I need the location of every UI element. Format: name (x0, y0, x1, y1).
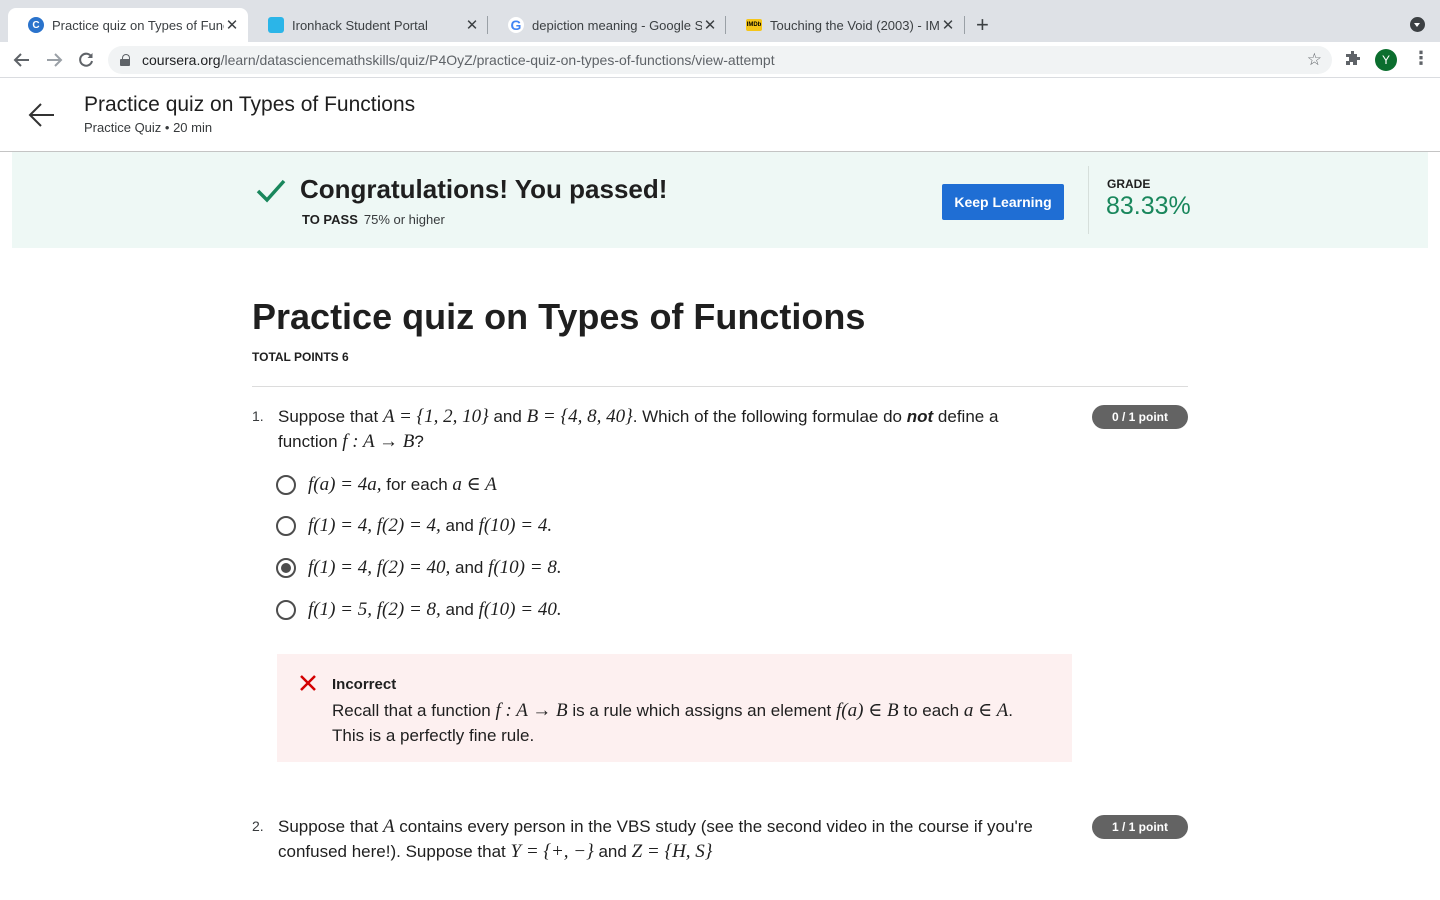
tab-title: Practice quiz on Types of Func (52, 17, 224, 33)
keep-learning-button[interactable]: Keep Learning (942, 184, 1064, 220)
to-pass-label: TO PASS (302, 212, 358, 227)
url-host: coursera.org (142, 52, 221, 68)
question-1-score-badge: 0 / 1 point (1092, 405, 1188, 429)
ironhack-icon (268, 17, 284, 33)
browser-tab-imdb[interactable]: IMDb Touching the Void (2003) - IMD ✕ (726, 8, 964, 42)
browser-toolbar: coursera.org/learn/datasciencemathskills… (0, 42, 1440, 78)
total-points: TOTAL POINTS 6 (252, 350, 349, 364)
extensions-icon[interactable] (1344, 49, 1362, 72)
grade-value: 83.33% (1106, 192, 1191, 220)
answer-option-3[interactable]: f(1) = 4, f(2) = 40, and f(10) = 8. (276, 557, 562, 579)
close-tab-icon[interactable]: ✕ (224, 16, 240, 34)
close-tab-icon[interactable]: ✕ (702, 16, 718, 34)
bookmark-star-icon[interactable]: ☆ (1307, 50, 1322, 70)
answer-option-4[interactable]: f(1) = 5, f(2) = 8, and f(10) = 40. (276, 599, 562, 621)
radio-button-selected[interactable] (276, 558, 296, 578)
back-arrow-icon[interactable] (28, 101, 56, 129)
back-icon[interactable] (10, 48, 34, 72)
quiz-header-title: Practice quiz on Types of Functions (84, 93, 416, 116)
browser-tab-strip: C Practice quiz on Types of Func ✕ Ironh… (0, 0, 1440, 42)
question-1-text: Suppose that A = {1, 2, 10} and B = {4, … (278, 406, 999, 452)
feedback-status: Incorrect (332, 676, 397, 693)
tab-title: depiction meaning - Google Se (532, 17, 702, 33)
to-pass-info: TO PASS 75% or higher (302, 212, 445, 227)
tab-title: Ironhack Student Portal (292, 17, 428, 33)
incorrect-x-icon (300, 675, 316, 691)
to-pass-value: 75% or higher (363, 212, 445, 227)
lock-icon (120, 54, 130, 66)
url-path: /learn/datasciencemathskills/quiz/P4OyZ/… (220, 52, 775, 68)
pass-banner: Congratulations! You passed! TO PASS 75% … (12, 152, 1428, 248)
quiz-header-subtitle: Practice Quiz • 20 min (84, 120, 213, 135)
question-number: 1. (252, 408, 264, 424)
close-tab-icon[interactable]: ✕ (940, 16, 956, 34)
profile-avatar[interactable]: Y (1375, 49, 1397, 71)
question-2-text: Suppose that A contains every person in … (278, 816, 1033, 862)
reload-icon[interactable] (74, 48, 98, 72)
pass-message: Congratulations! You passed! (300, 174, 668, 204)
tab-separator (964, 16, 965, 34)
imdb-icon: IMDb (746, 19, 762, 31)
address-bar[interactable]: coursera.org/learn/datasciencemathskills… (108, 46, 1332, 74)
question-2-score-badge: 1 / 1 point (1092, 815, 1188, 839)
radio-button[interactable] (276, 474, 296, 495)
grade-label: GRADE (1107, 177, 1151, 191)
radio-button[interactable] (276, 516, 296, 536)
browser-tab-ironhack[interactable]: Ironhack Student Portal ✕ (248, 8, 488, 42)
quiz-header: Practice quiz on Types of Functions Prac… (0, 79, 1440, 152)
tab-title: Touching the Void (2003) - IMD (770, 17, 940, 33)
new-tab-icon[interactable]: + (976, 12, 989, 38)
question-number: 2. (252, 818, 264, 834)
answer-option-1[interactable]: f(a) = 4a, for each a ∈ A (276, 473, 497, 496)
forward-icon[interactable] (42, 48, 66, 72)
browser-tab-google[interactable]: G depiction meaning - Google Se ✕ (488, 8, 726, 42)
close-tab-icon[interactable]: ✕ (464, 16, 480, 34)
checkmark-icon (256, 179, 286, 203)
answer-option-2[interactable]: f(1) = 4, f(2) = 4, and f(10) = 4. (276, 515, 552, 537)
google-icon: G (508, 17, 524, 33)
quiz-title: Practice quiz on Types of Functions (252, 296, 866, 337)
browser-tab-coursera[interactable]: C Practice quiz on Types of Func ✕ (8, 8, 248, 42)
divider (1088, 166, 1089, 234)
feedback-box: Incorrect Recall that a function f : A →… (277, 654, 1072, 762)
radio-button[interactable] (276, 600, 296, 620)
feedback-text: Recall that a function f : A → B is a ru… (332, 700, 1013, 745)
coursera-icon: C (28, 17, 44, 33)
divider (252, 386, 1188, 387)
browser-menu-icon[interactable]: ⋮ (1412, 48, 1430, 69)
tab-search-icon[interactable] (1410, 17, 1425, 32)
